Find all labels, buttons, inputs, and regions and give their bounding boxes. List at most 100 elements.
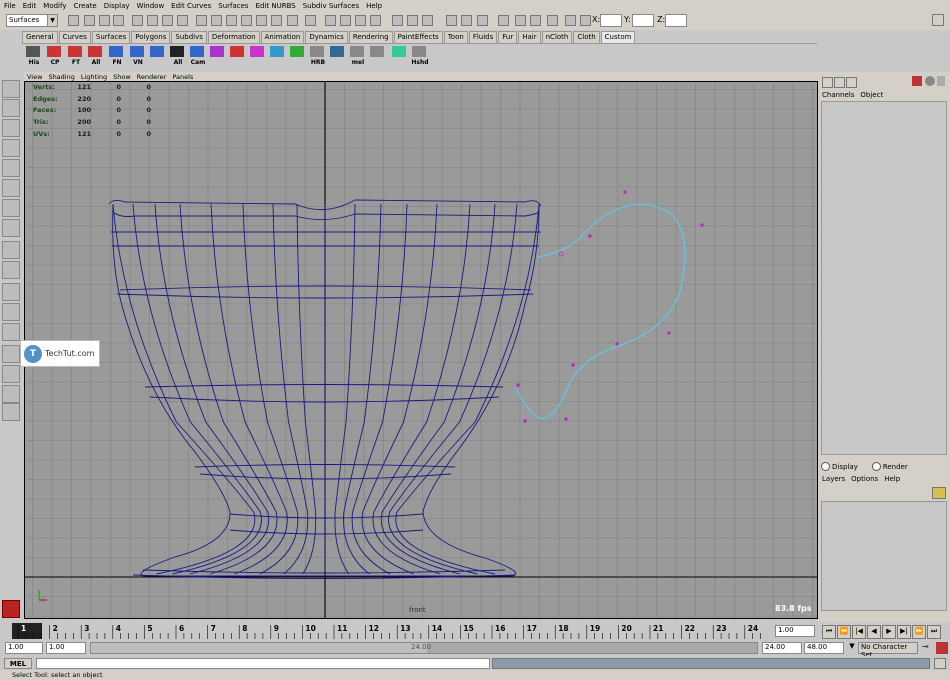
- status-tool-icon[interactable]: [211, 15, 222, 26]
- shelf-tab-curves[interactable]: Curves: [58, 31, 91, 43]
- range-slider[interactable]: 24.00: [90, 642, 758, 654]
- menu-item-edit-curves[interactable]: Edit Curves: [171, 2, 211, 10]
- shelf-button[interactable]: [288, 45, 308, 65]
- shelf-button[interactable]: All: [168, 45, 188, 66]
- script-editor-icon[interactable]: [934, 658, 946, 669]
- layer-menu-layers[interactable]: Layers: [822, 475, 845, 483]
- playback-start-field[interactable]: 1.00: [46, 642, 86, 654]
- tool-button[interactable]: [2, 345, 20, 363]
- character-set-dropdown-icon[interactable]: ▼: [846, 642, 858, 654]
- tool-button[interactable]: [2, 241, 20, 259]
- shelf-tab-polygons[interactable]: Polygons: [131, 31, 171, 43]
- status-tool-icon[interactable]: [177, 15, 188, 26]
- menu-item-subdiv-surfaces[interactable]: Subdiv Surfaces: [303, 2, 359, 10]
- shelf-button[interactable]: [390, 45, 410, 65]
- tool-button[interactable]: [2, 219, 20, 237]
- layer-menu-help[interactable]: Help: [884, 475, 900, 483]
- shelf-button[interactable]: [248, 45, 268, 65]
- play-backwards-icon[interactable]: ◀: [867, 625, 881, 639]
- tool-button[interactable]: [2, 139, 20, 157]
- shelf-button[interactable]: [228, 45, 248, 65]
- status-tool-icon[interactable]: [547, 15, 558, 26]
- tool-button[interactable]: [2, 179, 20, 197]
- shelf-tab-deformation[interactable]: Deformation: [207, 31, 260, 43]
- shelf-button[interactable]: All: [86, 45, 106, 66]
- status-tool-icon[interactable]: [461, 15, 472, 26]
- status-tool-icon[interactable]: [84, 15, 95, 26]
- tool-button[interactable]: [2, 119, 20, 137]
- go-to-start-icon[interactable]: ⏮: [822, 625, 836, 639]
- layer-list[interactable]: [821, 501, 947, 611]
- status-tool-icon[interactable]: [407, 15, 418, 26]
- shelf-tab-surfaces[interactable]: Surfaces: [91, 31, 131, 43]
- channel-box-menu-channels[interactable]: Channels: [822, 91, 854, 99]
- status-tool-icon[interactable]: [392, 15, 403, 26]
- go-to-end-icon[interactable]: ⏭: [927, 625, 941, 639]
- shelf-tab-cloth[interactable]: Cloth: [573, 31, 600, 43]
- menu-item-help[interactable]: Help: [366, 2, 382, 10]
- status-tool-icon[interactable]: [530, 15, 541, 26]
- tool-button[interactable]: [2, 159, 20, 177]
- key-icon[interactable]: ⊸: [922, 642, 934, 654]
- tool-button[interactable]: [2, 323, 20, 341]
- tool-button[interactable]: [2, 403, 20, 421]
- status-tool-icon[interactable]: [370, 15, 381, 26]
- menu-item-edit-nurbs[interactable]: Edit NURBS: [256, 2, 296, 10]
- tool-button[interactable]: [2, 303, 20, 321]
- shelf-button[interactable]: Hshd: [410, 45, 430, 66]
- shelf-button[interactable]: CP: [45, 45, 65, 66]
- step-back-frame-icon[interactable]: |◀: [852, 625, 866, 639]
- channel-box[interactable]: [821, 101, 947, 455]
- status-tool-icon[interactable]: [477, 15, 488, 26]
- panel-menu-view[interactable]: View: [27, 73, 42, 81]
- status-tool-icon[interactable]: [241, 15, 252, 26]
- layer-menu-options[interactable]: Options: [851, 475, 878, 483]
- script-language-button[interactable]: MEL: [4, 658, 32, 669]
- channel-box-menu-object[interactable]: Object: [860, 91, 883, 99]
- shelf-button[interactable]: Cam: [188, 45, 208, 66]
- shelf-tab-hair[interactable]: Hair: [518, 31, 541, 43]
- menu-item-surfaces[interactable]: Surfaces: [218, 2, 248, 10]
- shelf-button[interactable]: FT: [66, 45, 86, 66]
- new-layer-icon[interactable]: [932, 487, 946, 499]
- shelf-tab-general[interactable]: General: [22, 31, 58, 43]
- playback-end-field[interactable]: 24.00: [762, 642, 802, 654]
- shelf-button[interactable]: [148, 45, 168, 65]
- panel-menu-show[interactable]: Show: [113, 73, 131, 81]
- auto-key-icon[interactable]: [936, 642, 948, 654]
- chevron-down-icon[interactable]: ▼: [47, 15, 57, 26]
- status-tool-icon[interactable]: [305, 15, 316, 26]
- menu-set-select[interactable]: Surfaces ▼: [6, 14, 58, 27]
- status-tool-icon[interactable]: [422, 15, 433, 26]
- status-tool-icon[interactable]: [271, 15, 282, 26]
- shelf-button[interactable]: [328, 45, 348, 65]
- shelf-button[interactable]: VN: [128, 45, 148, 66]
- tool-button[interactable]: [2, 99, 20, 117]
- menu-item-display[interactable]: Display: [104, 2, 130, 10]
- menu-item-window[interactable]: Window: [137, 2, 165, 10]
- status-tool-icon[interactable]: [196, 15, 207, 26]
- status-tool-icon[interactable]: [565, 15, 576, 26]
- status-tool-icon[interactable]: [340, 15, 351, 26]
- shelf-tab-toon[interactable]: Toon: [443, 31, 468, 43]
- play-forwards-icon[interactable]: ▶: [882, 625, 896, 639]
- status-tool-icon[interactable]: [147, 15, 158, 26]
- shelf-tab-dynamics[interactable]: Dynamics: [305, 31, 348, 43]
- shelf-tab-subdivs[interactable]: Subdivs: [171, 31, 207, 43]
- x-input[interactable]: [600, 14, 622, 27]
- status-tool-icon[interactable]: [325, 15, 336, 26]
- shelf-tab-rendering[interactable]: Rendering: [348, 31, 393, 43]
- status-tool-icon[interactable]: [162, 15, 173, 26]
- status-tool-icon[interactable]: [226, 15, 237, 26]
- shelf-tab-ncloth[interactable]: nCloth: [541, 31, 573, 43]
- status-tool-icon[interactable]: [515, 15, 526, 26]
- current-frame-field[interactable]: 1.00: [775, 625, 815, 637]
- step-forward-frame-icon[interactable]: ▶|: [897, 625, 911, 639]
- z-input[interactable]: [665, 14, 687, 27]
- range-slider-handle[interactable]: [91, 643, 427, 653]
- front-viewport[interactable]: Verts: 121 0 0 Edges: 220 0 0 Faces: 100 0 0 Tris: 20…: [24, 81, 818, 619]
- panel-menu-panels[interactable]: Panels: [172, 73, 193, 81]
- status-tool-icon[interactable]: [498, 15, 509, 26]
- status-tool-icon[interactable]: [256, 15, 267, 26]
- shelf-button[interactable]: [268, 45, 288, 65]
